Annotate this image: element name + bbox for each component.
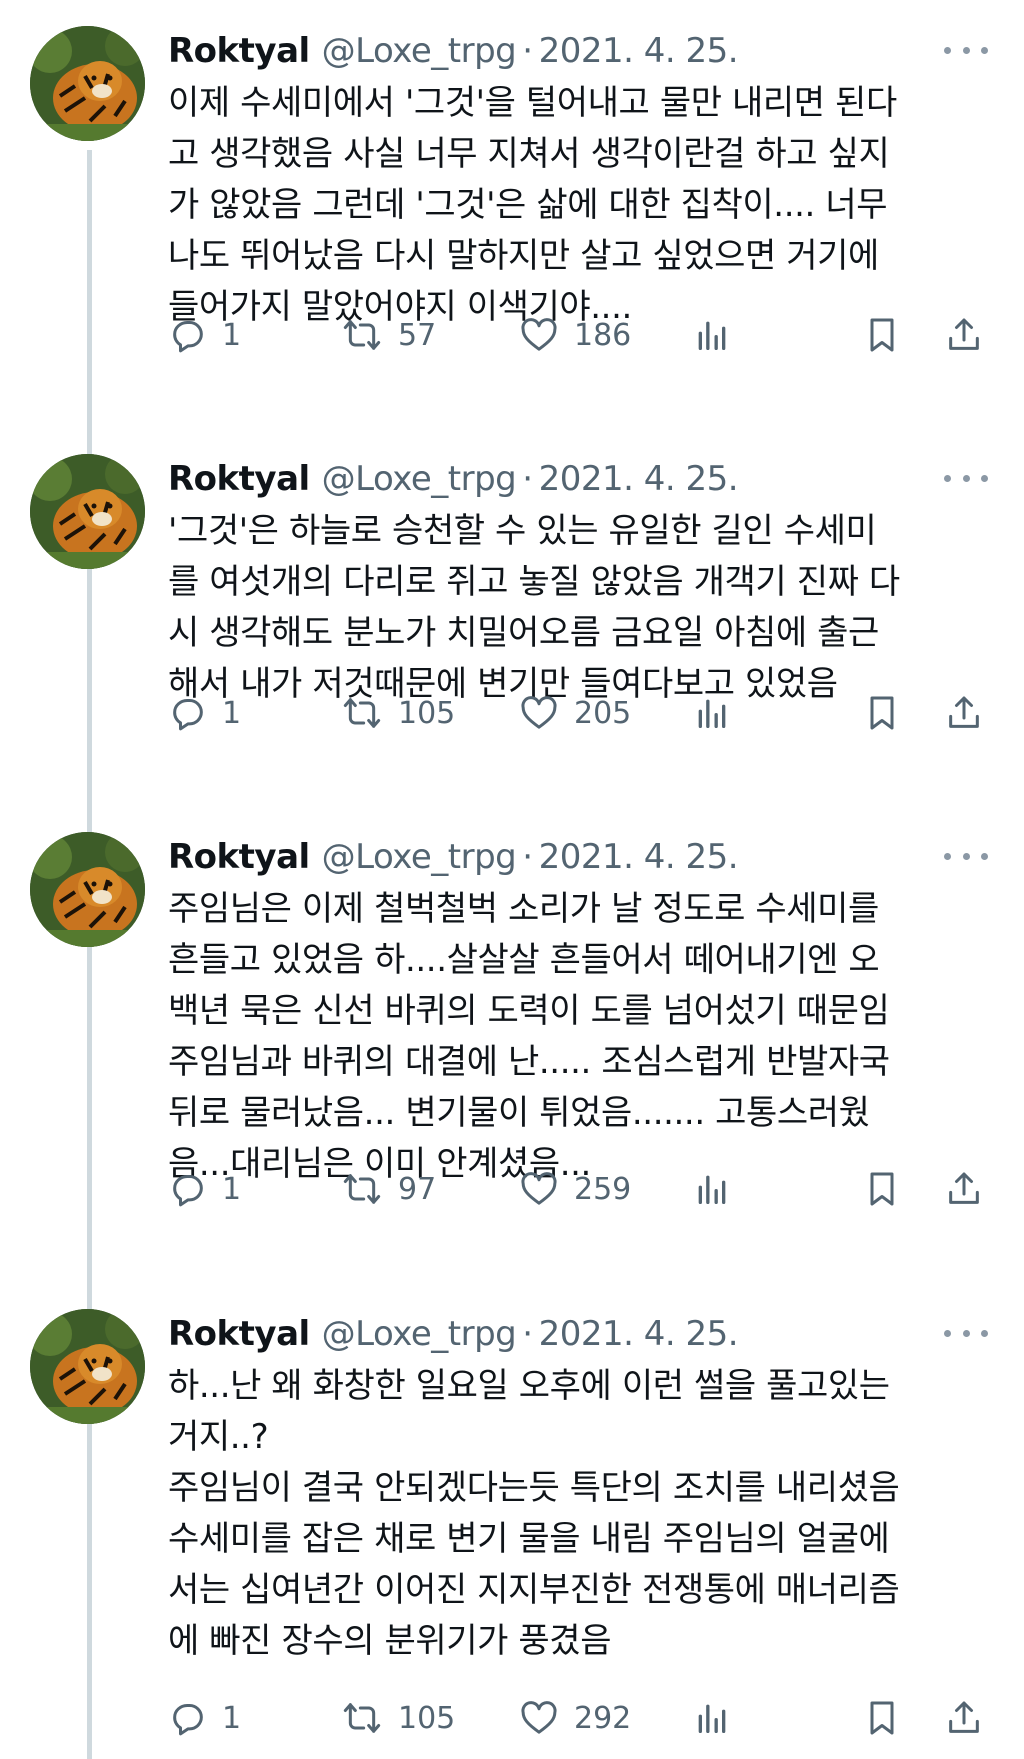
views-button[interactable] (692, 688, 732, 738)
like-count: 186 (574, 317, 632, 353)
user-handle[interactable]: @Loxe_trpg (322, 837, 517, 877)
retweet-icon (340, 1698, 384, 1738)
more-icon[interactable] (944, 1321, 988, 1345)
user-handle[interactable]: @Loxe_trpg (322, 31, 517, 71)
tweet-header: Roktyal @Loxe_trpg · 2021. 4. 25. (168, 26, 988, 76)
like-count: 259 (574, 1171, 632, 1207)
views-button[interactable] (692, 1693, 732, 1743)
retweet-button[interactable]: 97 (340, 1164, 436, 1214)
bookmark-button[interactable] (862, 310, 902, 360)
avatar[interactable] (30, 832, 145, 947)
reply-button[interactable]: 1 (168, 1693, 241, 1743)
tweet-text: '그것'은 하늘로 승천할 수 있는 유일한 길인 수세미 를 여섯개의 다리로… (168, 511, 900, 704)
reply-count: 1 (222, 695, 242, 731)
user-handle[interactable]: @Loxe_trpg (322, 459, 517, 499)
heart-icon (518, 1169, 560, 1209)
share-button[interactable] (944, 688, 984, 738)
heart-icon (518, 1698, 560, 1738)
tweet-header: Roktyal @Loxe_trpg · 2021. 4. 25. (168, 1309, 988, 1359)
reply-button[interactable]: 1 (168, 1164, 241, 1214)
more-icon[interactable] (944, 844, 988, 868)
separator: · (522, 459, 533, 499)
views-button[interactable] (692, 1164, 732, 1214)
separator: · (522, 31, 533, 71)
thread-connector-line (87, 150, 92, 1759)
bookmark-icon (862, 1697, 902, 1739)
like-button[interactable]: 259 (518, 1164, 631, 1214)
avatar[interactable] (30, 26, 145, 141)
retweet-button[interactable]: 57 (340, 310, 436, 360)
bookmark-icon (862, 692, 902, 734)
avatar[interactable] (30, 1309, 145, 1424)
retweet-icon (340, 1169, 384, 1209)
reply-count: 1 (222, 1700, 242, 1736)
share-icon (944, 1698, 984, 1738)
reply-button[interactable]: 1 (168, 688, 241, 738)
tweet-text: 주임님은 이제 철벅철벅 소리가 날 정도로 수세미를 흔들고 있었음 하...… (168, 889, 890, 1184)
reply-icon (168, 693, 208, 733)
user-handle[interactable]: @Loxe_trpg (322, 1314, 517, 1354)
reply-count: 1 (222, 317, 242, 353)
tweet-date[interactable]: 2021. 4. 25. (539, 459, 739, 499)
display-name[interactable]: Roktyal (168, 1309, 310, 1359)
tweet-actions: 1 105 292 (168, 1693, 988, 1743)
separator: · (522, 837, 533, 877)
retweet-button[interactable]: 105 (340, 688, 455, 738)
retweet-count: 97 (398, 1171, 437, 1207)
retweet-icon (340, 315, 384, 355)
retweet-button[interactable]: 105 (340, 1693, 455, 1743)
analytics-icon (692, 1169, 732, 1209)
reply-icon (168, 1698, 208, 1738)
like-count: 205 (574, 695, 632, 731)
tweet-actions: 1 105 205 (168, 688, 988, 738)
analytics-icon (692, 1698, 732, 1738)
reply-icon (168, 1169, 208, 1209)
more-icon[interactable] (944, 38, 988, 62)
views-button[interactable] (692, 310, 732, 360)
tweet-date[interactable]: 2021. 4. 25. (539, 837, 739, 877)
more-icon[interactable] (944, 466, 988, 490)
share-button[interactable] (944, 310, 984, 360)
heart-icon (518, 315, 560, 355)
analytics-icon (692, 693, 732, 733)
retweet-icon (340, 693, 384, 733)
tweet-header: Roktyal @Loxe_trpg · 2021. 4. 25. (168, 832, 988, 882)
reply-icon (168, 315, 208, 355)
tweet-actions: 1 57 186 (168, 310, 988, 360)
analytics-icon (692, 315, 732, 355)
like-button[interactable]: 186 (518, 310, 631, 360)
separator: · (522, 1314, 533, 1354)
reply-count: 1 (222, 1171, 242, 1207)
share-icon (944, 315, 984, 355)
share-icon (944, 693, 984, 733)
bookmark-button[interactable] (862, 688, 902, 738)
share-icon (944, 1169, 984, 1209)
like-count: 292 (574, 1700, 632, 1736)
display-name[interactable]: Roktyal (168, 832, 310, 882)
bookmark-button[interactable] (862, 1693, 902, 1743)
reply-button[interactable]: 1 (168, 310, 241, 360)
bookmark-button[interactable] (862, 1164, 902, 1214)
share-button[interactable] (944, 1164, 984, 1214)
display-name[interactable]: Roktyal (168, 26, 310, 76)
bookmark-icon (862, 1168, 902, 1210)
like-button[interactable]: 292 (518, 1693, 631, 1743)
tweet-date[interactable]: 2021. 4. 25. (539, 31, 739, 71)
bookmark-icon (862, 314, 902, 356)
avatar[interactable] (30, 454, 145, 569)
tweet-text: 하...난 왜 화창한 일요일 오후에 이런 썰을 풀고있는 거지..? 주임님… (168, 1366, 900, 1661)
display-name[interactable]: Roktyal (168, 454, 310, 504)
retweet-count: 57 (398, 317, 437, 353)
tweet-text: 이제 수세미에서 '그것'을 털어내고 물만 내리면 된다 고 생각했음 사실 … (168, 83, 897, 327)
like-button[interactable]: 205 (518, 688, 631, 738)
retweet-count: 105 (398, 1700, 456, 1736)
tweet-date[interactable]: 2021. 4. 25. (539, 1314, 739, 1354)
heart-icon (518, 693, 560, 733)
share-button[interactable] (944, 1693, 984, 1743)
tweet-header: Roktyal @Loxe_trpg · 2021. 4. 25. (168, 454, 988, 504)
tweet-actions: 1 97 259 (168, 1164, 988, 1214)
retweet-count: 105 (398, 695, 456, 731)
